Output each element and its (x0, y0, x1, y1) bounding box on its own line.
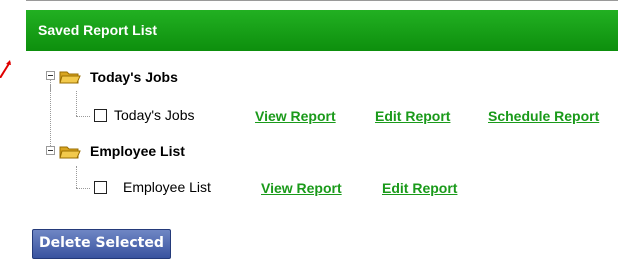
folder-open-icon (59, 71, 81, 84)
delete-selected-button[interactable]: Delete Selected (32, 229, 171, 259)
tree-connector (76, 116, 90, 117)
tree-connector (76, 91, 77, 116)
group-label-employee-list: Employee List (90, 143, 185, 159)
group-label-todays-jobs: Today's Jobs (90, 69, 178, 85)
edit-report-link[interactable]: Edit Report (375, 108, 450, 124)
folder-open-icon (59, 146, 81, 159)
item-label-todays-jobs: Today's Jobs (114, 107, 195, 123)
tree-connector (50, 85, 51, 146)
item-label-employee-list: Employee List (123, 179, 211, 195)
saved-report-panel: Saved Report List Today's Jobs Today's J… (26, 0, 618, 273)
view-report-link[interactable]: View Report (255, 108, 336, 124)
tree-connector (76, 166, 77, 188)
view-report-link[interactable]: View Report (261, 180, 342, 196)
tree-connector (76, 188, 90, 189)
checkbox-todays-jobs[interactable] (94, 109, 107, 122)
tree-collapse-icon[interactable] (46, 146, 55, 155)
edit-report-link[interactable]: Edit Report (382, 180, 457, 196)
schedule-report-link[interactable]: Schedule Report (488, 108, 599, 124)
tree-collapse-icon[interactable] (46, 71, 55, 80)
red-arrow-marker (0, 60, 11, 78)
checkbox-employee-list[interactable] (94, 181, 107, 194)
